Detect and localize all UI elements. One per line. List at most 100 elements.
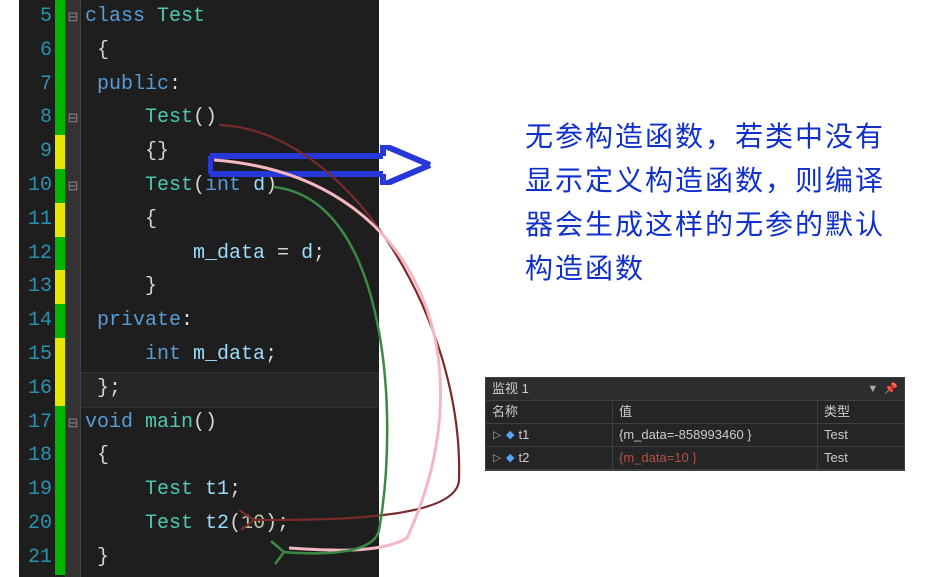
token-brace: }: [145, 275, 157, 298]
line-number-gutter: 56789101112131415161718192021: [19, 0, 55, 577]
token-kw: int: [205, 174, 241, 197]
token-plain: );: [265, 512, 289, 535]
watch-header-row: 名称 值 类型: [486, 401, 904, 424]
change-marker: [55, 237, 65, 271]
token-var: m_data: [193, 242, 265, 265]
token-plain: =: [265, 242, 301, 265]
code-line[interactable]: Test(): [81, 101, 379, 135]
code-line[interactable]: {: [81, 203, 379, 237]
token-brace: {: [97, 444, 109, 467]
change-marker: [55, 473, 65, 507]
dropdown-icon[interactable]: ▼: [867, 378, 878, 400]
token-plain: (): [193, 411, 217, 434]
change-marker: [55, 0, 65, 34]
expand-icon[interactable]: ▷: [493, 449, 501, 467]
line-number: 19: [19, 473, 52, 507]
fold-spacer: [66, 338, 80, 372]
change-marker: [55, 68, 65, 102]
code-line[interactable]: Test t2(10);: [81, 507, 379, 541]
watch-type-cell: Test: [818, 424, 904, 446]
watch-value-cell[interactable]: {m_data=-858993460 }: [613, 424, 818, 446]
token-var: d: [301, 242, 313, 265]
token-plain: ;: [313, 242, 325, 265]
token-plain: ;: [265, 343, 277, 366]
pin-icon[interactable]: 📌: [884, 378, 898, 400]
col-value[interactable]: 值: [613, 401, 818, 423]
code-area[interactable]: class Test { public: Test() {} Test(int …: [81, 0, 379, 577]
token-plain: ): [265, 174, 277, 197]
fold-spacer: [66, 372, 80, 406]
watch-name-cell[interactable]: ▷ ◆ t1: [486, 424, 613, 446]
fold-toggle[interactable]: ⊟: [66, 0, 80, 34]
token-brace: {: [97, 39, 109, 62]
code-line[interactable]: }: [81, 541, 379, 575]
code-line[interactable]: void main(): [81, 406, 379, 440]
change-marker-gutter: [55, 0, 65, 577]
token-var: m_data: [193, 343, 265, 366]
fold-spacer: [66, 541, 80, 575]
token-var: t1: [205, 478, 229, 501]
code-line[interactable]: Test t1;: [81, 473, 379, 507]
change-marker: [55, 406, 65, 440]
code-line[interactable]: private:: [81, 304, 379, 338]
token-type: Test: [145, 174, 193, 197]
token-plain: [193, 478, 205, 501]
token-kw: class: [85, 5, 157, 28]
watch-value-cell[interactable]: {m_data=10 }: [613, 447, 818, 469]
line-number: 14: [19, 304, 52, 338]
code-line[interactable]: class Test: [81, 0, 379, 34]
fold-spacer: [66, 270, 80, 304]
code-line[interactable]: }: [81, 270, 379, 304]
token-plain: [181, 343, 193, 366]
token-plain: ;: [229, 478, 241, 501]
code-line[interactable]: Test(int d): [81, 169, 379, 203]
change-marker: [55, 372, 65, 406]
code-line[interactable]: {: [81, 439, 379, 473]
token-kw: private: [97, 309, 181, 332]
watch-row[interactable]: ▷ ◆ t2{m_data=10 }Test: [486, 447, 904, 470]
col-type[interactable]: 类型: [818, 401, 904, 423]
line-number: 21: [19, 541, 52, 575]
token-var: t2: [205, 512, 229, 535]
token-kw: int: [145, 343, 181, 366]
fold-gutter[interactable]: ⊟ ⊟ ⊟ ⊟: [65, 0, 81, 577]
col-name[interactable]: 名称: [486, 401, 613, 423]
change-marker: [55, 541, 65, 575]
fold-spacer: [66, 135, 80, 169]
line-number: 13: [19, 270, 52, 304]
change-marker: [55, 507, 65, 541]
watch-var-name: t2: [518, 447, 529, 469]
code-line[interactable]: int m_data;: [81, 338, 379, 372]
fold-toggle[interactable]: ⊟: [66, 101, 80, 135]
watch-var-name: t1: [518, 424, 529, 446]
code-line[interactable]: {: [81, 34, 379, 68]
code-editor[interactable]: 56789101112131415161718192021 ⊟ ⊟ ⊟ ⊟ class…: [19, 0, 379, 577]
code-line[interactable]: m_data = d;: [81, 237, 379, 271]
fold-toggle[interactable]: ⊟: [66, 169, 80, 203]
watch-title-bar[interactable]: 监视 1 ▼ 📌: [486, 378, 904, 401]
expand-icon[interactable]: ▷: [493, 426, 501, 444]
fold-spacer: [66, 34, 80, 68]
token-num: 10: [241, 512, 265, 535]
token-kw: void: [85, 411, 133, 434]
code-line[interactable]: public:: [81, 68, 379, 102]
line-number: 20: [19, 507, 52, 541]
line-number: 6: [19, 34, 52, 68]
fold-spacer: [66, 507, 80, 541]
token-plain: :: [169, 73, 181, 96]
fold-spacer: [66, 237, 80, 271]
change-marker: [55, 34, 65, 68]
token-plain: [241, 174, 253, 197]
change-marker: [55, 304, 65, 338]
object-icon: ◆: [506, 424, 514, 446]
line-number: 18: [19, 439, 52, 473]
watch-window[interactable]: 监视 1 ▼ 📌 名称 值 类型 ▷ ◆ t1{m_data=-85899346…: [485, 377, 905, 471]
token-plain: (: [229, 512, 241, 535]
watch-name-cell[interactable]: ▷ ◆ t2: [486, 447, 613, 469]
change-marker: [55, 338, 65, 372]
line-number: 16: [19, 372, 52, 406]
fold-toggle[interactable]: ⊟: [66, 406, 80, 440]
token-kw: public: [97, 73, 169, 96]
watch-row[interactable]: ▷ ◆ t1{m_data=-858993460 }Test: [486, 424, 904, 447]
code-line[interactable]: {}: [81, 135, 379, 169]
